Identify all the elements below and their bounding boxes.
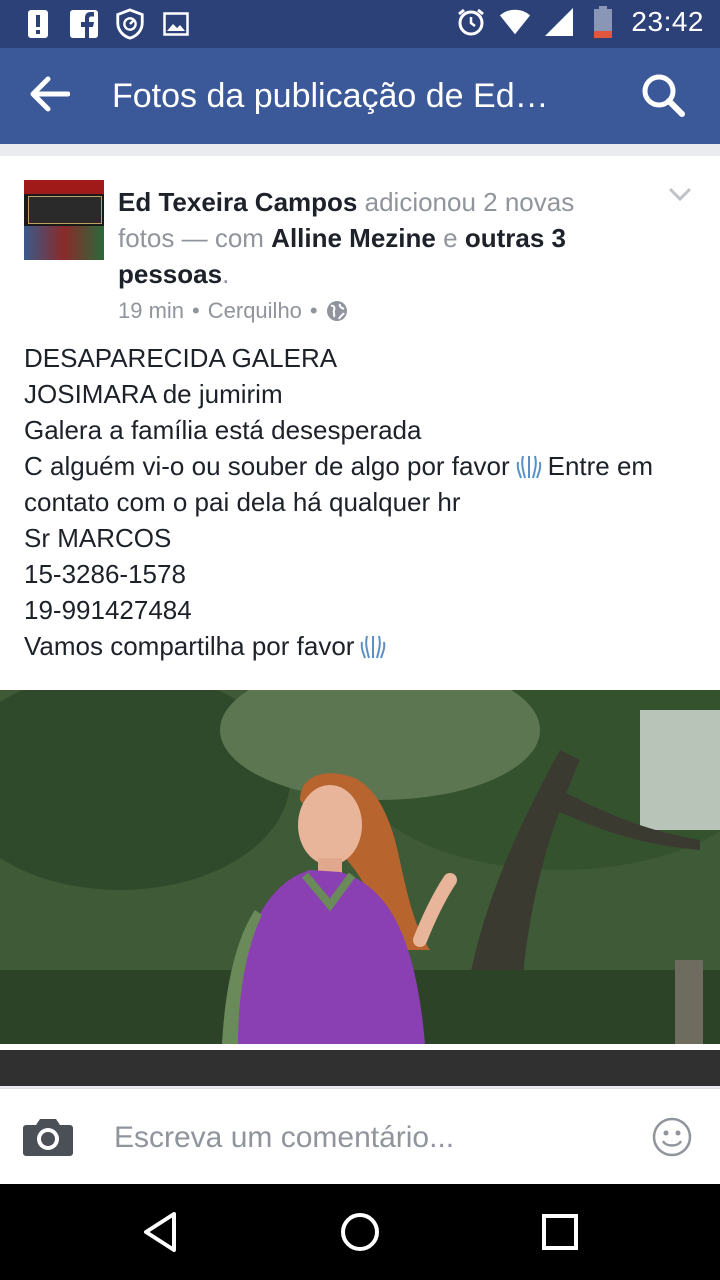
nav-back-button[interactable]: [138, 1210, 182, 1254]
period: .: [222, 259, 230, 289]
praying-hands-icon: [361, 635, 386, 659]
search-icon: [642, 74, 685, 117]
back-triangle-icon: [144, 1212, 176, 1252]
post-time[interactable]: 19 min: [118, 298, 184, 324]
meta-separator: •: [192, 298, 200, 323]
search-button[interactable]: [640, 72, 690, 122]
facebook-icon: [68, 8, 100, 40]
post-line: JOSIMARA de jumirim: [24, 379, 283, 409]
back-button[interactable]: [28, 74, 80, 118]
status-bar: 23:42: [0, 0, 720, 48]
nav-home-button[interactable]: [338, 1210, 382, 1254]
nav-recents-button[interactable]: [538, 1210, 582, 1254]
post-photo-second[interactable]: [0, 1050, 720, 1086]
comment-bar: [0, 1088, 720, 1185]
praying-hands-icon: [516, 455, 541, 479]
tagged-user[interactable]: Alline Mezine: [271, 223, 436, 253]
comment-input[interactable]: [112, 1111, 616, 1165]
post-photo[interactable]: [0, 690, 720, 1044]
signal-icon: [543, 6, 575, 38]
back-arrow-icon: [30, 76, 71, 112]
post-body: DESAPARECIDA GALERA JOSIMARA de jumirim …: [24, 340, 704, 664]
post-card: Ed Texeira Campos adicionou 2 novas foto…: [0, 156, 720, 1086]
alarm-icon: [455, 6, 487, 38]
camera-button[interactable]: [22, 1117, 74, 1157]
system-nav-bar: [0, 1184, 720, 1280]
post-line: Galera a família está desesperada: [24, 415, 422, 445]
post-line: DESAPARECIDA GALERA: [24, 343, 338, 373]
post-header: Ed Texeira Campos adicionou 2 novas foto…: [118, 184, 618, 292]
alert-icon: [22, 8, 54, 40]
photo-woman-outdoors: [0, 690, 720, 1044]
phone-number[interactable]: 15-3286-1578: [24, 556, 704, 592]
app-bar: Fotos da publicação de Ed…: [0, 48, 720, 144]
shield-icon: [114, 8, 146, 40]
author-name[interactable]: Ed Texeira Campos: [118, 187, 357, 217]
avatar[interactable]: [24, 180, 104, 260]
camera-icon: [23, 1119, 73, 1156]
smiley-icon: [652, 1117, 692, 1157]
battery-icon: [587, 6, 619, 38]
phone-number[interactable]: 19-991427484: [24, 592, 704, 628]
post-line: Sr MARCOS: [24, 523, 172, 553]
wifi-icon: [499, 6, 531, 38]
post-text: Vamos compartilha por favor: [24, 631, 355, 661]
post-line-with-emoji: Vamos compartilha por favor: [24, 628, 704, 664]
globe-icon: [326, 301, 347, 321]
post-line-with-emoji: C alguém vi-o ou souber de algo por favo…: [24, 448, 704, 520]
post-meta: 19 min • Cerquilho •: [118, 298, 348, 324]
meta-separator: •: [309, 298, 318, 323]
chevron-down-icon: [668, 187, 692, 202]
conjunction: e: [443, 223, 458, 253]
post-text: C alguém vi-o ou souber de algo por favo…: [24, 451, 510, 481]
home-circle-icon: [341, 1213, 379, 1251]
image-icon: [160, 8, 192, 40]
recents-square-icon: [542, 1214, 578, 1250]
post-location[interactable]: Cerquilho: [208, 298, 302, 324]
sticker-button[interactable]: [652, 1117, 692, 1157]
clock-time: 23:42: [631, 6, 704, 37]
page-title: Fotos da publicação de Ed…: [112, 77, 549, 115]
post-options-button[interactable]: [668, 186, 692, 202]
